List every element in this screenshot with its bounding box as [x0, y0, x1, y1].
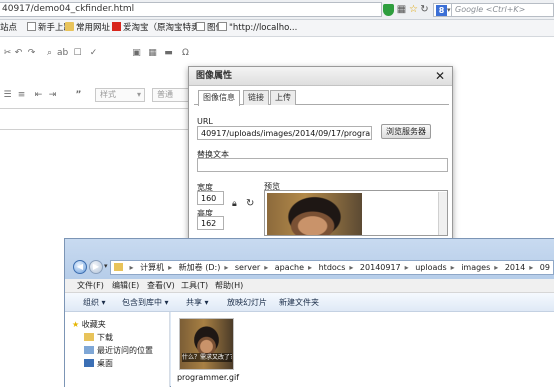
preview-photo [267, 193, 362, 235]
indent-icon[interactable]: ⇥ [47, 90, 58, 101]
chevron-down-icon: ▾ [136, 90, 141, 99]
desktop-icon [84, 359, 94, 367]
organize-button[interactable]: 组织 ▾ [83, 293, 106, 312]
share-button[interactable]: 共享 ▾ [186, 293, 209, 312]
star-icon: ★ [72, 320, 80, 329]
horizontal-line-icon[interactable]: ▬ [163, 48, 174, 59]
url-label: URL [197, 117, 213, 126]
file-thumbnail: 什么？需求又改了？ [179, 318, 234, 370]
bookmark-ai-taobao[interactable]: 爱淘宝（原淘宝特卖） [112, 22, 208, 35]
tab-image-info[interactable]: 图像信息 [198, 90, 240, 106]
height-field[interactable]: 162 [197, 216, 224, 230]
menu-edit[interactable]: 编辑(E) [112, 279, 139, 293]
editor-toolbar-row-1: ✂ ↶ ↷ ⌕ ab ☐ ✓ ▣ ▦ ▬ Ω [0, 43, 200, 63]
security-shield-icon[interactable] [383, 4, 394, 16]
menu-file[interactable]: 文件(F) [77, 279, 104, 293]
search-input[interactable]: Google <Ctrl+K> [452, 3, 554, 17]
chevron-down-icon: ▾ [447, 6, 451, 14]
back-button[interactable]: ◀ [73, 260, 87, 274]
redo-icon[interactable]: ↷ [26, 48, 37, 59]
style-select[interactable]: 样式 ▾ [95, 88, 145, 102]
nav-downloads[interactable]: 下载 [84, 332, 113, 343]
search-engine-icon: 8 [436, 5, 447, 16]
width-field[interactable]: 160 [197, 191, 224, 205]
image-properties-dialog: 图像属性 ✕ 图像信息 链接 上传 URL 40917/uploads/imag… [188, 66, 453, 242]
bookmark-common-sites[interactable]: 常用网址 [65, 22, 110, 35]
chevron-down-icon[interactable]: ▾ [104, 262, 108, 270]
special-char-icon[interactable]: Ω [180, 48, 191, 59]
recent-places-icon [84, 346, 94, 354]
editor-toolbar-row-2: ☰ ≡ ⇤ ⇥ ” 样式 ▾ 普通 [0, 85, 200, 107]
page-icon [196, 22, 205, 31]
cut-icon[interactable]: ✂ [2, 48, 13, 59]
taobao-icon [112, 22, 121, 31]
address-bar-row: 40917/demo04_ckfinder.html ▦ ☆ ↻ 8 ▾ Goo… [0, 0, 554, 20]
file-list: 什么？需求又改了？ programmer.gif [171, 312, 554, 387]
dialog-title: 图像属性 [189, 67, 452, 86]
breadcrumb[interactable]: ▸ 计算机 ▸ 新加卷 (D:) ▸ server ▸ apache ▸ htdocs ▸… [110, 260, 554, 275]
lock-ratio-icon[interactable]: 🔒︎ [232, 199, 237, 209]
numbered-list-icon[interactable]: ☰ [2, 90, 13, 101]
nav-favorites[interactable]: ★ 收藏夹 [72, 319, 106, 330]
alt-text-field[interactable] [197, 158, 448, 172]
thumbnail-caption: 什么？需求又改了？ [182, 353, 232, 362]
url-field[interactable]: 40917/demo04_ckfinder.html [0, 2, 382, 17]
folder-icon [114, 263, 123, 271]
spellcheck-icon[interactable]: ✓ [88, 48, 99, 59]
select-all-icon[interactable]: ☐ [72, 48, 83, 59]
nav-recent-places[interactable]: 最近访问的位置 [84, 345, 153, 356]
replace-icon[interactable]: ab [57, 48, 68, 59]
bookmark-sites[interactable]: 站点 [0, 22, 17, 35]
download-folder-icon [84, 333, 94, 341]
forward-button[interactable]: ▶ [89, 260, 103, 274]
blockquote-icon[interactable]: ” [73, 90, 84, 101]
grid-icon[interactable]: ▦ [396, 4, 407, 15]
undo-icon[interactable]: ↶ [13, 48, 24, 59]
tab-link[interactable]: 链接 [243, 90, 269, 105]
table-icon[interactable]: ▦ [147, 48, 158, 59]
page-icon [218, 22, 227, 31]
refresh-icon[interactable]: ↻ [419, 4, 430, 15]
explorer-command-bar: 组织 ▾ 包含到库中 ▾ 共享 ▾ 放映幻灯片 新建文件夹 [65, 293, 554, 312]
find-icon[interactable]: ⌕ [44, 48, 55, 59]
editor-content-area[interactable] [0, 108, 190, 130]
folder-icon [65, 22, 74, 31]
preview-scrollbar[interactable] [438, 192, 447, 235]
new-folder-button[interactable]: 新建文件夹 [279, 293, 319, 312]
bookmarks-bar: 站点 新手上路 常用网址 爱淘宝（原淘宝特卖） 图像 "http://local… [0, 20, 554, 37]
file-item-programmer-gif[interactable]: 什么？需求又改了？ programmer.gif [171, 312, 246, 387]
close-icon[interactable]: ✕ [434, 70, 446, 82]
tab-upload[interactable]: 上传 [270, 90, 296, 105]
browse-server-button[interactable]: 浏览服务器 [381, 124, 431, 139]
outdent-icon[interactable]: ⇤ [33, 90, 44, 101]
image-icon[interactable]: ▣ [131, 48, 142, 59]
page-icon [27, 22, 36, 31]
bulleted-list-icon[interactable]: ≡ [16, 90, 27, 101]
navigation-pane: ★ 收藏夹 下载 最近访问的位置 桌面 [65, 312, 170, 387]
nav-desktop[interactable]: 桌面 [84, 358, 113, 369]
file-name: programmer.gif [176, 373, 240, 382]
image-preview [264, 190, 448, 236]
bookmark-localhost[interactable]: "http://localho... [218, 22, 297, 35]
slideshow-button[interactable]: 放映幻灯片 [227, 293, 267, 312]
dialog-tabs: 图像信息 链接 上传 [194, 90, 449, 106]
reset-size-icon[interactable]: ↻ [246, 198, 254, 209]
menu-help[interactable]: 帮助(H) [215, 279, 243, 293]
menu-view[interactable]: 查看(V) [147, 279, 175, 293]
include-in-library-button[interactable]: 包含到库中 ▾ [122, 293, 169, 312]
explorer-window: ◀ ▶ ▾ ▸ 计算机 ▸ 新加卷 (D:) ▸ server ▸ apache ▸ h… [64, 238, 554, 387]
explorer-titlebar: ◀ ▶ ▾ ▸ 计算机 ▸ 新加卷 (D:) ▸ server ▸ apache ▸ h… [65, 239, 554, 279]
search-engine-selector[interactable]: 8 ▾ [433, 3, 452, 17]
url-field[interactable]: 40917/uploads/images/2014/09/17/programm… [197, 126, 372, 140]
explorer-menu-bar: 文件(F) 编辑(E) 查看(V) 工具(T) 帮助(H) [65, 279, 554, 293]
star-icon[interactable]: ☆ [408, 4, 419, 15]
menu-tools[interactable]: 工具(T) [181, 279, 208, 293]
format-select[interactable]: 普通 [152, 88, 192, 102]
